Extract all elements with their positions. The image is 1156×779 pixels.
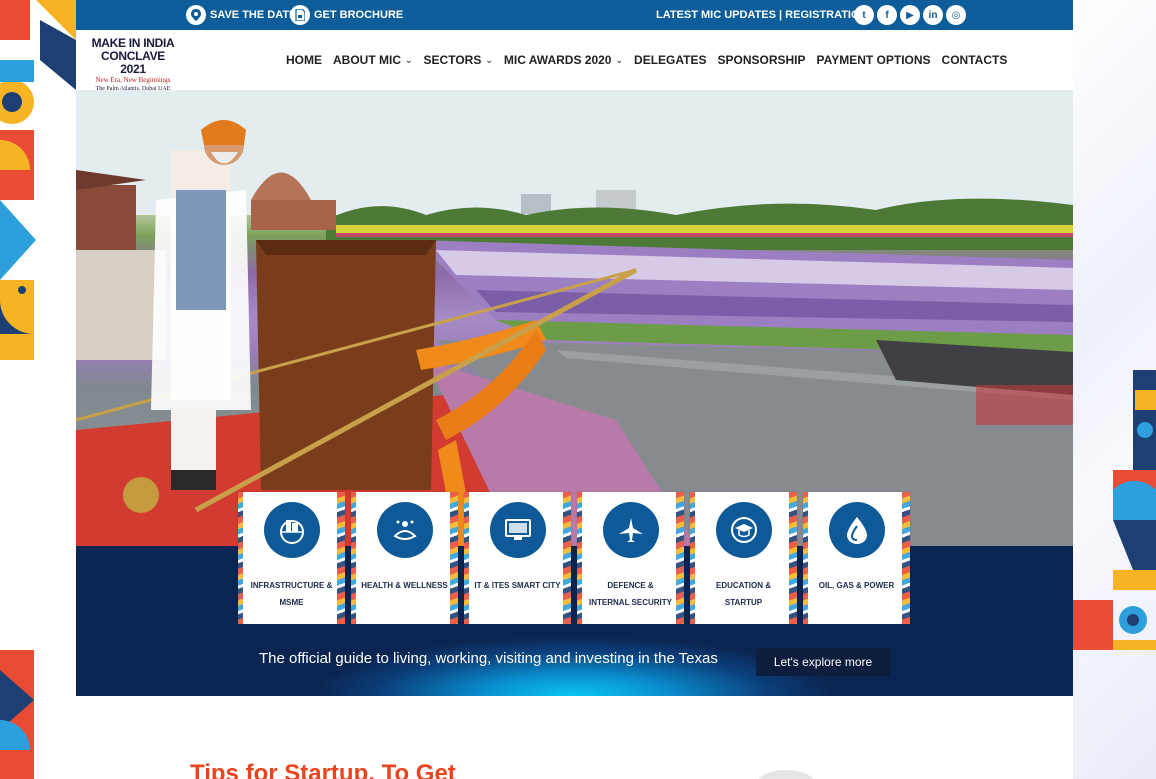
card-pattern-strip	[803, 492, 808, 624]
youtube-icon[interactable]: ▶	[900, 5, 920, 25]
explore-more-button[interactable]: Let's explore more	[756, 648, 890, 676]
sector-card[interactable]: HEALTH & WELLNESS	[351, 492, 458, 624]
card-pattern-strip	[902, 492, 910, 624]
sector-label: DEFENCE & INTERNAL SECURITY	[582, 577, 679, 611]
section-heading: Tips for Startup, To Get	[190, 760, 456, 779]
section-image	[756, 770, 816, 779]
social-icons: t f ▶ in ◎	[854, 5, 966, 25]
logo-tagline: New Era, New Beginnings	[95, 76, 171, 84]
wellness-icon	[377, 502, 433, 558]
card-pattern-strip	[464, 492, 469, 624]
monitor-icon	[490, 502, 546, 558]
tagline-text: The official guide to living, working, v…	[259, 650, 718, 667]
sector-label: OIL, GAS & POWER	[808, 577, 905, 594]
instagram-icon[interactable]: ◎	[946, 5, 966, 25]
twitter-icon[interactable]: t	[854, 5, 874, 25]
left-decorative-pattern	[0, 0, 76, 779]
sector-label: IT & ITES SMART CITY	[469, 577, 566, 594]
location-pin-icon	[186, 5, 206, 25]
updates-label: LATEST MIC UPDATES | REGISTRATION	[656, 9, 868, 21]
logo-line2: CONCLAVE 2021	[100, 49, 166, 76]
chevron-down-icon: ⌄	[615, 54, 624, 65]
drop-icon	[829, 502, 885, 558]
card-pattern-strip	[351, 492, 356, 624]
main-page: SAVE THE DATES! GET BROCHURE LATEST MIC …	[76, 0, 1073, 779]
sector-label: EDUCATION & STARTUP	[695, 577, 792, 611]
sector-label-line1: IT & ITES SMART CITY	[474, 581, 561, 590]
chevron-down-icon: ⌄	[405, 54, 413, 65]
sector-label: INFRASTRUCTURE & MSME	[243, 577, 340, 611]
sector-card[interactable]: DEFENCE & INTERNAL SECURITY	[577, 492, 684, 624]
right-decorative-pattern	[1073, 0, 1156, 779]
sector-card[interactable]: EDUCATION & STARTUP	[690, 492, 797, 624]
updates-registration-link[interactable]: LATEST MIC UPDATES | REGISTRATION	[656, 0, 867, 30]
site-logo[interactable]: MAKE IN INDIA CONCLAVE 2021 New Era, New…	[88, 37, 178, 93]
nav-item-label: SECTORS	[423, 53, 482, 67]
sector-cards: INFRASTRUCTURE & MSME HEALTH & WELLNESS IT …	[238, 492, 910, 624]
nav-item-delegates[interactable]: DELEGATES	[634, 53, 706, 67]
sector-label-line1: EDUCATION &	[716, 581, 771, 590]
sector-card[interactable]: INFRASTRUCTURE & MSME	[238, 492, 345, 624]
city-globe-icon	[264, 502, 320, 558]
card-pattern-strip	[563, 492, 571, 624]
sector-card[interactable]: OIL, GAS & POWER	[803, 492, 910, 624]
sector-label: HEALTH & WELLNESS	[356, 577, 453, 594]
sector-card[interactable]: IT & ITES SMART CITY	[464, 492, 571, 624]
hero-image	[76, 90, 1073, 546]
nav-item-about-mic[interactable]: ABOUT MIC ⌄	[333, 53, 413, 67]
nav-item-label: CONTACTS	[941, 53, 1008, 67]
nav-item-label: ABOUT MIC	[333, 53, 401, 67]
nav-item-payment-options[interactable]: PAYMENT OPTIONS	[817, 53, 931, 67]
nav-item-sectors[interactable]: SECTORS ⌄	[424, 53, 493, 67]
brochure-label: GET BROCHURE	[314, 9, 404, 21]
jet-icon	[603, 502, 659, 558]
content-section: Tips for Startup, To Get	[76, 696, 1073, 779]
nav-item-label: MIC AWARDS 2020	[503, 53, 612, 67]
nav-item-label: HOME	[286, 53, 322, 67]
nav-item-sponsorship[interactable]: SPONSORSHIP	[717, 53, 805, 67]
sector-label-line1: INFRASTRUCTURE &	[250, 581, 333, 590]
card-pattern-strip	[450, 492, 458, 624]
sector-label-line2: MSME	[279, 598, 304, 607]
sector-label-line2: INTERNAL SECURITY	[589, 598, 672, 607]
chevron-down-icon: ⌄	[485, 54, 493, 65]
nav-item-label: PAYMENT OPTIONS	[816, 53, 931, 67]
sector-label-line1: OIL, GAS & POWER	[818, 581, 895, 590]
facebook-icon[interactable]: f	[877, 5, 897, 25]
top-bar: SAVE THE DATES! GET BROCHURE LATEST MIC …	[76, 0, 1073, 30]
main-nav: HOME ABOUT MIC ⌄ SECTORS ⌄ MIC AWARDS 2020 ⌄ DE…	[286, 30, 1018, 90]
site-header: MAKE IN INDIA CONCLAVE 2021 New Era, New…	[76, 30, 1073, 93]
nav-item-mic-awards-2020[interactable]: MIC AWARDS 2020 ⌄	[504, 53, 623, 67]
nav-item-label: SPONSORSHIP	[717, 53, 806, 67]
nav-item-contacts[interactable]: CONTACTS	[942, 53, 1008, 67]
pdf-icon	[290, 5, 310, 25]
sector-label-line2: STARTUP	[724, 598, 763, 607]
linkedin-icon[interactable]: in	[923, 5, 943, 25]
sector-label-line1: HEALTH & WELLNESS	[361, 581, 448, 590]
nav-item-home[interactable]: HOME	[286, 53, 322, 67]
graduation-cap-icon	[716, 502, 772, 558]
brochure-link[interactable]: GET BROCHURE	[290, 0, 403, 30]
nav-item-label: DELEGATES	[634, 53, 707, 67]
sector-label-line1: DEFENCE &	[607, 581, 654, 590]
